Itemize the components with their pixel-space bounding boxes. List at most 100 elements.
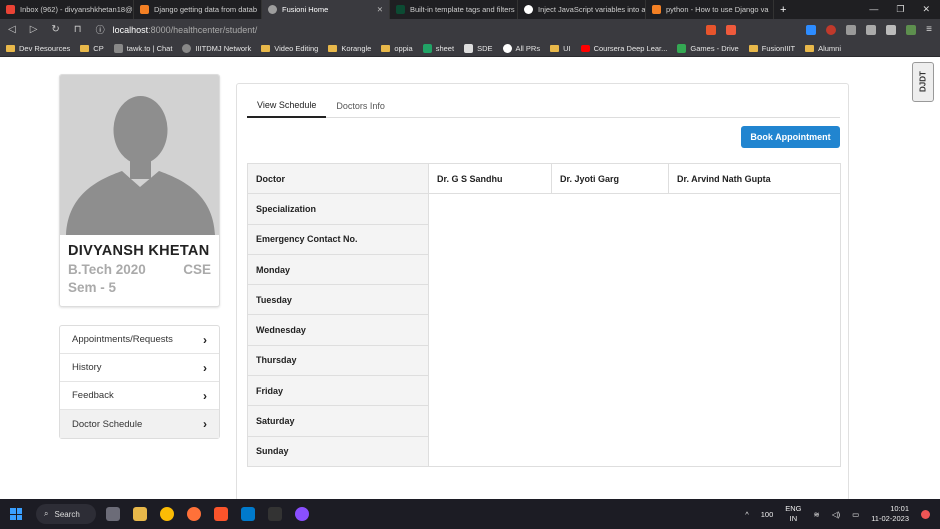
taskbar-search[interactable]: ⌕ Search <box>36 504 96 524</box>
language-indicator[interactable]: ENG IN <box>785 504 801 524</box>
chevron-right-icon: › <box>203 417 207 431</box>
folder-icon <box>80 44 90 52</box>
folder-icon <box>805 44 815 52</box>
brave-shield-icon[interactable] <box>706 24 717 35</box>
folder-icon <box>550 44 560 52</box>
app-icon[interactable] <box>295 507 309 521</box>
extension-icon[interactable] <box>806 24 817 35</box>
new-tab-button[interactable]: + <box>774 0 798 19</box>
avatar <box>60 75 219 235</box>
browser-tab-stackoverflow[interactable]: Django getting data from datab <box>134 0 262 19</box>
book-appointment-button[interactable]: Book Appointment <box>741 126 840 148</box>
sidebar-icon[interactable] <box>886 24 897 35</box>
globe-icon <box>268 5 277 14</box>
menu-item-history[interactable]: History › <box>60 354 219 382</box>
brave-rewards-icon[interactable] <box>726 24 737 35</box>
stackoverflow-icon <box>652 5 661 14</box>
debug-toolbar-toggle[interactable]: DJDT <box>912 62 934 102</box>
browser-tab-gmail[interactable]: Inbox (962) - divyanshkhetan18@ <box>0 0 134 19</box>
wallet-icon[interactable] <box>906 24 917 35</box>
folder-icon <box>748 44 758 52</box>
schedule-body-empty <box>428 193 841 467</box>
windows-start-icon[interactable] <box>10 508 22 520</box>
tab-view-schedule[interactable]: View Schedule <box>247 94 327 118</box>
bookmark-item[interactable]: UI <box>550 44 571 53</box>
profile-semester: Sem - 5 <box>68 280 117 295</box>
bookmark-item[interactable]: tawk.to | Chat <box>113 43 172 53</box>
bookmark-item[interactable]: oppia <box>381 44 413 53</box>
menu-item-feedback[interactable]: Feedback › <box>60 382 219 410</box>
search-icon: ⌕ <box>44 509 49 518</box>
volume-icon[interactable]: ◁) <box>832 510 840 519</box>
forward-icon[interactable]: ▷ <box>30 24 38 35</box>
chevron-right-icon: › <box>203 332 207 347</box>
file-explorer-icon[interactable] <box>133 507 147 521</box>
folder-icon <box>328 44 338 52</box>
bookmark-item[interactable]: IIITDMJ Network <box>182 43 251 53</box>
bookmark-item[interactable]: sheet <box>422 43 454 53</box>
extension-icon[interactable] <box>846 24 857 35</box>
chevron-up-icon[interactable]: ^ <box>745 510 749 519</box>
doctor-name: Dr. G S Sandhu <box>428 162 552 195</box>
url-field[interactable]: ⓘ localhost:8000/healthcenter/student/ <box>96 23 566 36</box>
address-bar: ◁ ▷ ↻ ⊓ ⓘ localhost:8000/healthcenter/st… <box>0 19 940 40</box>
taskbar: ⌕ Search ^ 100 ENG IN ≋ ◁) ▭ 10:01 11-02… <box>0 499 940 529</box>
back-icon[interactable]: ◁ <box>8 24 16 35</box>
notification-icon[interactable] <box>921 509 930 519</box>
extension-icon[interactable] <box>826 24 837 35</box>
row-label: Monday <box>247 253 429 286</box>
window-controls: — ❐ ✕ <box>869 4 940 15</box>
bookmark-item[interactable]: Video Editing <box>261 44 318 53</box>
github-icon <box>524 5 533 14</box>
github-icon <box>502 43 512 53</box>
row-label: Thursday <box>247 344 429 377</box>
bookmark-item[interactable]: CP <box>80 44 104 53</box>
reload-icon[interactable]: ↻ <box>51 24 59 35</box>
profile-name: DIVYANSH KHETAN <box>68 243 210 259</box>
firefox-icon[interactable] <box>187 507 201 521</box>
menu-item-appointments[interactable]: Appointments/Requests › <box>60 326 219 354</box>
battery-icon[interactable]: ▭ <box>852 510 859 519</box>
bookmark-item[interactable]: Alumni <box>805 44 841 53</box>
tab-doctors-info[interactable]: Doctors Info <box>326 94 395 118</box>
clock[interactable]: 10:01 11-02-2023 <box>871 504 909 524</box>
page-content: DJDT DIVYANSH KHETAN B.Tech 2020 CSE Sem… <box>0 57 940 501</box>
close-window-icon[interactable]: ✕ <box>922 4 930 15</box>
maximize-icon[interactable]: ❐ <box>896 4 904 15</box>
battery-level: 100 <box>760 509 774 519</box>
bookmark-icon[interactable]: ⊓ <box>74 24 82 35</box>
folder-icon <box>381 44 391 52</box>
schedule-table: Doctor Dr. G S Sandhu Dr. Jyoti Garg Dr.… <box>247 162 841 467</box>
puzzle-icon[interactable] <box>866 24 877 35</box>
youtube-icon <box>580 44 590 52</box>
terminal-icon[interactable] <box>268 507 282 521</box>
browser-tab-django-docs[interactable]: Built-in template tags and filters <box>390 0 518 19</box>
profile-branch: CSE <box>183 262 211 277</box>
menu-icon[interactable]: ≡ <box>926 24 932 35</box>
profile-program: B.Tech 2020 <box>68 262 146 277</box>
bookmark-item[interactable]: FusionIIIT <box>748 44 795 53</box>
task-view-icon[interactable] <box>106 507 120 521</box>
wifi-icon[interactable]: ≋ <box>814 510 820 519</box>
profile-card: DIVYANSH KHETAN B.Tech 2020 CSE Sem - 5 <box>59 74 220 307</box>
menu-item-doctor-schedule[interactable]: Doctor Schedule › <box>60 410 219 438</box>
browser-tab-github[interactable]: Inject JavaScript variables into a <box>518 0 646 19</box>
system-tray: ^ 100 ENG IN ≋ ◁) ▭ 10:01 11-02-2023 <box>745 504 930 524</box>
bookmark-item[interactable]: SDE <box>464 43 493 53</box>
bookmark-item[interactable]: All PRs <box>502 43 540 53</box>
vscode-icon[interactable] <box>241 507 255 521</box>
schedule-panel: View Schedule Doctors Info Book Appointm… <box>236 83 849 501</box>
browser-tab-python-so[interactable]: python - How to use Django va <box>646 0 774 19</box>
bookmark-item[interactable]: Dev Resources <box>6 44 70 53</box>
bookmark-item[interactable]: Coursera Deep Lear... <box>580 44 667 53</box>
sde-icon <box>464 43 474 53</box>
bookmark-item[interactable]: Korangle <box>328 44 371 53</box>
brave-icon[interactable] <box>214 507 228 521</box>
close-tab-icon[interactable]: ✕ <box>371 5 383 14</box>
minimize-icon[interactable]: — <box>869 4 878 15</box>
browser-tab-fusion-home[interactable]: Fusioni Home ✕ <box>262 0 390 19</box>
gmail-icon <box>6 5 15 14</box>
bookmark-item[interactable]: Games - Drive <box>677 43 739 53</box>
stackoverflow-icon <box>140 5 149 14</box>
chrome-icon[interactable] <box>160 507 174 521</box>
